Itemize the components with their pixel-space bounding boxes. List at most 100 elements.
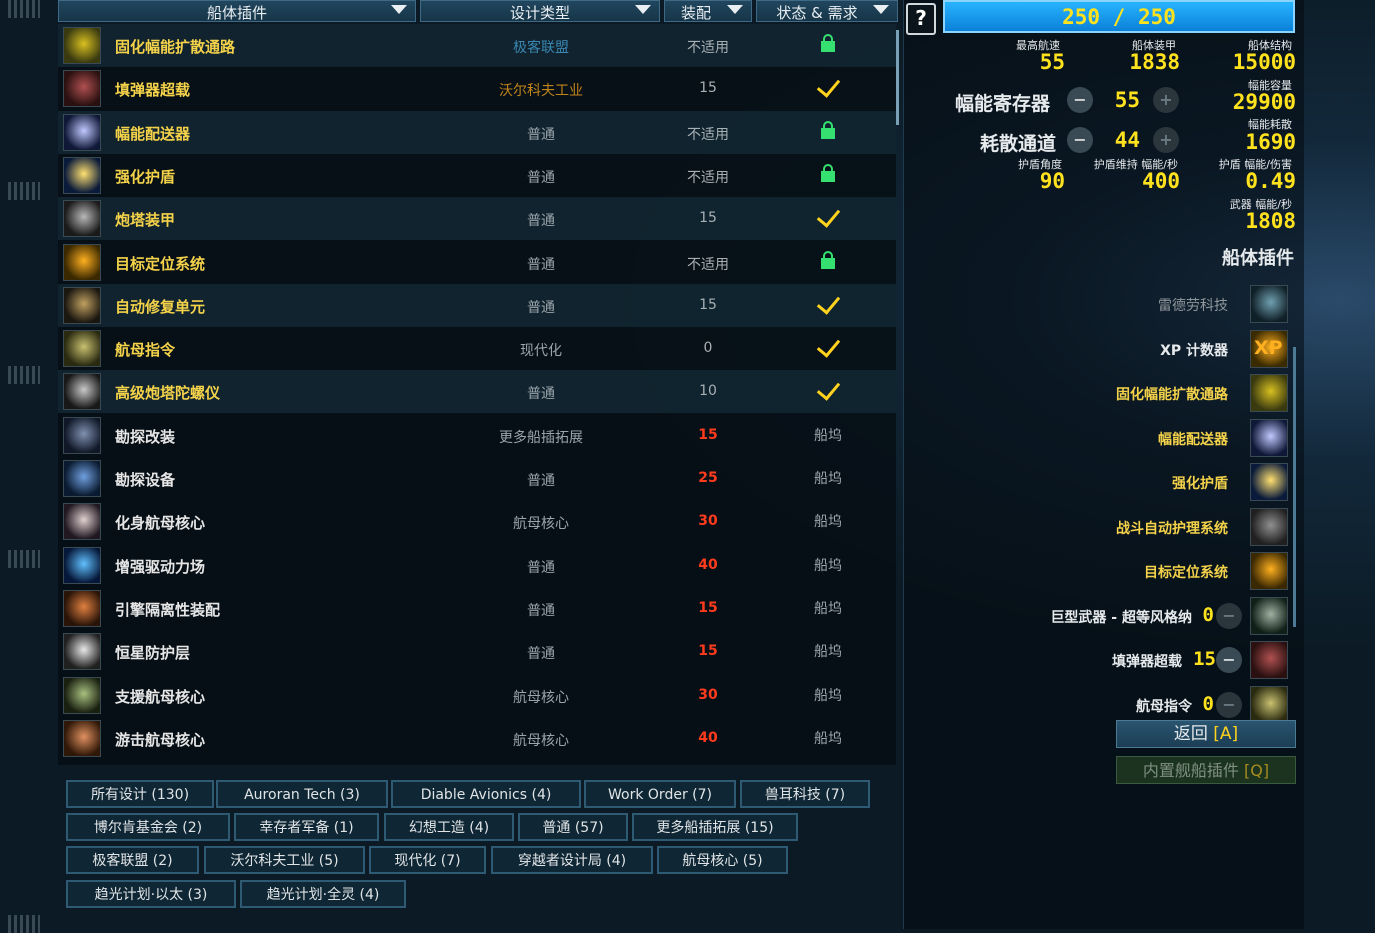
edge-decor [8, 0, 40, 18]
installed-scrollbar[interactable] [1293, 347, 1296, 627]
hullmod-op-cost: 0 [703, 340, 713, 357]
hullmod-name: 引擎隔离性装配 [115, 600, 221, 619]
installed-hullmod[interactable]: 0− 巨型武器 - 超等风格纳 [904, 596, 1294, 636]
hullmod-row[interactable]: 目标定位系统 普通 不适用 [58, 240, 896, 284]
vents-plus-button[interactable]: + [1153, 127, 1179, 153]
hullmod-name: 航母指令 [115, 341, 176, 360]
header-type-dropdown[interactable]: 设计类型 [420, 0, 660, 22]
hullmod-status: 船坞 [814, 471, 842, 487]
hullmod-name: 恒星防护层 [115, 644, 191, 663]
header-name-dropdown[interactable]: 船体插件 [58, 0, 416, 22]
remove-hullmod-button[interactable]: − [1216, 602, 1242, 629]
hullmod-row[interactable]: 幅能配送器 普通 不适用 [58, 110, 896, 154]
remove-hullmod-button[interactable]: − [1216, 691, 1242, 718]
filter-button[interactable]: 沃尔科夫工业 (5) [204, 846, 365, 874]
hullmod-design-type: 航母核心 [513, 689, 569, 706]
hullmod-row[interactable]: 强化护盾 普通 不适用 [58, 153, 896, 197]
hullmod-name: 炮塔装甲 [115, 211, 176, 230]
capacitors-plus-button[interactable]: + [1153, 87, 1179, 113]
hullmod-op-cost: 30 [698, 513, 718, 530]
hullmod-row[interactable]: 固化幅能扩散通路 极客联盟 不适用 [58, 24, 896, 67]
vents-minus-button[interactable]: − [1067, 127, 1093, 153]
filter-button[interactable]: 普通 (57) [518, 813, 628, 841]
installed-hullmod[interactable]: 固化幅能扩散通路 [904, 373, 1294, 413]
hullmod-row[interactable]: 勘探改装 更多船插拓展 15 船坞 [58, 414, 896, 457]
filter-button[interactable]: 所有设计 (130) [66, 780, 214, 808]
header-equip-dropdown[interactable]: 装配 [664, 0, 752, 22]
filter-button[interactable]: 幻想工造 (4) [384, 813, 514, 841]
targeting-icon [1250, 552, 1288, 590]
installed-hullmod[interactable]: 战斗自动护理系统 [904, 507, 1294, 547]
edge-decor [8, 366, 40, 384]
hullmod-row[interactable]: 高级炮塔陀螺仪 普通 10 [58, 370, 896, 414]
builtin-hullmods-button[interactable]: 内置舰船插件 [Q] [1116, 756, 1296, 784]
filter-button[interactable]: Auroran Tech (3) [216, 780, 388, 808]
flux-distributor-icon [63, 113, 101, 151]
filter-button[interactable]: 极客联盟 (2) [66, 846, 199, 874]
back-button[interactable]: 返回 [A] [1116, 720, 1296, 748]
hullmod-name: 增强驱动力场 [115, 557, 206, 576]
filter-button[interactable]: 更多船插拓展 (15) [632, 813, 798, 841]
checkmark-icon [778, 290, 878, 317]
installed-hullmod[interactable]: 0− 航母指令 [904, 685, 1294, 725]
hullmod-op-cost: 15 [699, 80, 717, 97]
hullmod-row[interactable]: 支援航母核心 航母核心 30 船坞 [58, 674, 896, 717]
hullmod-row[interactable]: 自动修复单元 普通 15 [58, 283, 896, 327]
hullmod-status: 船坞 [814, 514, 842, 531]
filter-button[interactable]: Work Order (7) [584, 780, 736, 808]
hullmod-row[interactable]: 增强驱动力场 普通 40 船坞 [58, 544, 896, 587]
weapon-flux-value: 1808 [1245, 209, 1296, 233]
hullmod-op-cost: 40 [698, 556, 718, 573]
installed-hullmod[interactable]: 幅能配送器 [904, 418, 1294, 458]
capacitors-minus-button[interactable]: − [1067, 87, 1093, 113]
help-button[interactable]: ? [906, 3, 936, 35]
xp-counter-icon: XP [1250, 329, 1288, 368]
flux-conduit-icon [63, 27, 101, 64]
hullmod-status: 船坞 [814, 427, 842, 444]
installed-hullmod[interactable]: 目标定位系统 [904, 551, 1294, 591]
list-scrollbar[interactable] [896, 30, 899, 125]
hullmod-row[interactable]: 化身航母核心 航母核心 30 船坞 [58, 500, 896, 543]
hullmod-row[interactable]: 勘探设备 普通 25 船坞 [58, 457, 896, 500]
hullmod-design-type: 普通 [527, 602, 555, 619]
chevron-down-icon [727, 5, 743, 14]
hullmod-design-type: 普通 [527, 473, 555, 489]
hullmod-row[interactable]: 游击航母核心 航母核心 40 船坞 [58, 717, 896, 760]
lock-icon [821, 120, 835, 139]
hullmod-op-cost: 15 [699, 296, 717, 313]
filter-button[interactable]: 航母核心 (5) [657, 846, 788, 874]
filter-button[interactable]: Diable Avionics (4) [391, 780, 581, 808]
hullmod-row[interactable]: 航母指令 现代化 0 [58, 327, 896, 371]
installed-hullmod[interactable]: 15− 填弹器超载 [904, 640, 1294, 680]
hullmod-design-type: 普通 [527, 386, 555, 403]
hullmod-name: 化身航母核心 [115, 514, 206, 533]
filter-button[interactable]: 趋光计划·全灵 (4) [240, 880, 406, 908]
filter-button[interactable]: 幸存者军备 (1) [234, 813, 379, 841]
filter-button[interactable]: 穿越者设计局 (4) [491, 846, 653, 874]
hullmod-op-cost: 不适用 [687, 40, 729, 56]
filter-button[interactable]: 现代化 (7) [369, 846, 486, 874]
installed-hullmod[interactable]: 雷德劳科技 [904, 284, 1294, 324]
hullmod-op-cost: 25 [698, 470, 718, 486]
checkmark-icon [778, 376, 878, 403]
filter-button[interactable]: 趋光计划·以太 (3) [66, 880, 236, 908]
hullmod-row[interactable]: 恒星防护层 普通 15 船坞 [58, 630, 896, 673]
hullmod-row[interactable]: 填弹器超载 沃尔科夫工业 15 [58, 67, 896, 111]
repair-unit-icon [63, 286, 101, 324]
hullmod-row[interactable]: 引擎隔离性装配 普通 15 船坞 [58, 587, 896, 630]
checkmark-icon [816, 203, 840, 228]
hullmod-row[interactable]: 炮塔装甲 普通 15 [58, 197, 896, 241]
max-speed-value: 55 [1039, 50, 1065, 74]
xp-icon-text: XP [1254, 336, 1283, 359]
header-status-dropdown[interactable]: 状态 & 需求 [756, 0, 898, 22]
filter-button[interactable]: 兽耳科技 (7) [740, 780, 870, 808]
installed-hullmod-name: 航母指令 [1136, 698, 1192, 715]
hullmod-design-type: 普通 [527, 126, 555, 143]
installed-hullmod[interactable]: 强化护盾 [904, 462, 1294, 502]
installed-hullmod[interactable]: XP XP 计数器 [904, 329, 1294, 369]
hullmod-op-cost: 不适用 [687, 126, 729, 143]
flux-dissipation-value: 1690 [1245, 130, 1296, 154]
filter-button[interactable]: 博尔肯基金会 (2) [66, 813, 230, 841]
remove-hullmod-button[interactable]: − [1216, 647, 1242, 673]
survey-equipment-icon [63, 460, 101, 497]
